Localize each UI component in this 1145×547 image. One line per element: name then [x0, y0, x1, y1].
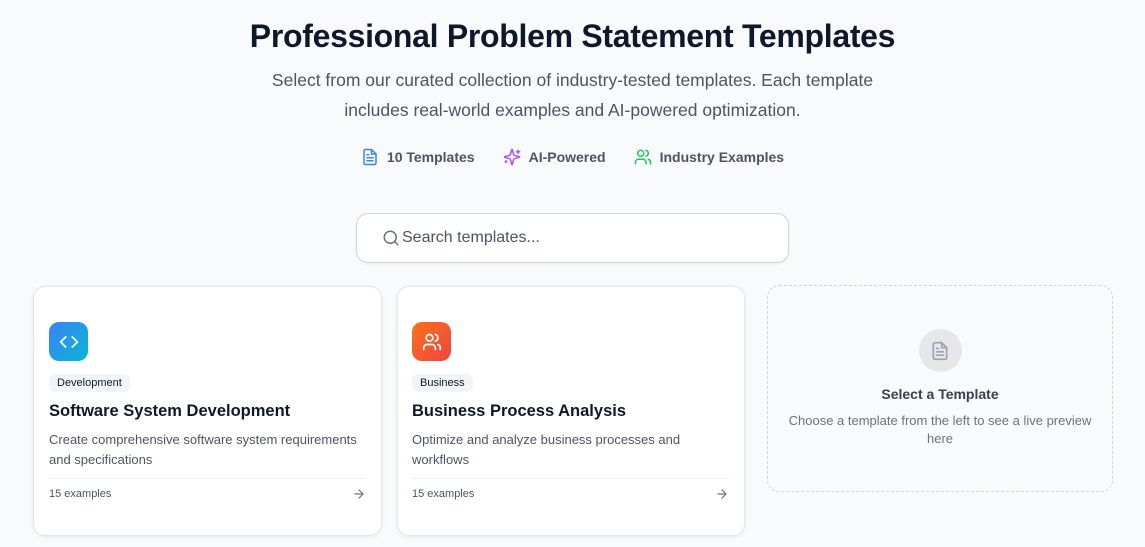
- sparkles-icon: [503, 148, 520, 166]
- template-preview-panel: Select a Template Choose a template from…: [767, 285, 1113, 492]
- feature-ai-powered: AI-Powered: [503, 148, 606, 166]
- feature-label: AI-Powered: [528, 149, 606, 165]
- feature-industry-examples: Industry Examples: [634, 148, 785, 166]
- preview-description: Choose a template from the left to see a…: [788, 413, 1092, 446]
- template-footer: 15 examples: [49, 478, 366, 501]
- template-title: Business Process Analysis: [412, 402, 627, 420]
- feature-templates-count: 10 Templates: [361, 148, 475, 166]
- template-card-software[interactable]: Development Software System Development …: [33, 286, 382, 536]
- page-title: Professional Problem Statement Templates: [249, 18, 896, 54]
- template-description: Optimize and analyze business processes …: [412, 432, 681, 467]
- template-footer: 15 examples: [412, 478, 729, 501]
- arrow-right-icon[interactable]: [715, 487, 729, 501]
- feature-label: 10 Templates: [386, 149, 475, 165]
- template-icon: [412, 322, 451, 361]
- code-icon: [59, 335, 78, 348]
- preview-icon-circle: [918, 329, 962, 372]
- search-box[interactable]: [356, 213, 789, 263]
- template-card-business[interactable]: Business Business Process Analysis Optim…: [397, 286, 745, 536]
- document-icon: [363, 148, 377, 166]
- users-icon: [634, 149, 651, 165]
- template-description: Create comprehensive software system req…: [49, 432, 357, 467]
- search-input[interactable]: [402, 229, 762, 247]
- examples-count: 15 examples: [412, 488, 475, 500]
- document-icon: [932, 341, 948, 360]
- category-badge: Development: [49, 374, 130, 392]
- examples-count: 15 examples: [49, 488, 112, 500]
- page-subtitle: Select from our curated collection of in…: [271, 70, 874, 120]
- template-title: Software System Development: [49, 402, 291, 420]
- feature-label: Industry Examples: [659, 149, 785, 165]
- users-icon: [422, 333, 441, 350]
- search-icon: [383, 230, 399, 246]
- feature-highlights: 10 Templates AI-Powered Industry Example…: [0, 148, 1145, 166]
- category-badge: Business: [412, 374, 473, 392]
- template-icon: [49, 322, 88, 361]
- arrow-right-icon[interactable]: [352, 487, 366, 501]
- preview-title: Select a Template: [881, 386, 999, 402]
